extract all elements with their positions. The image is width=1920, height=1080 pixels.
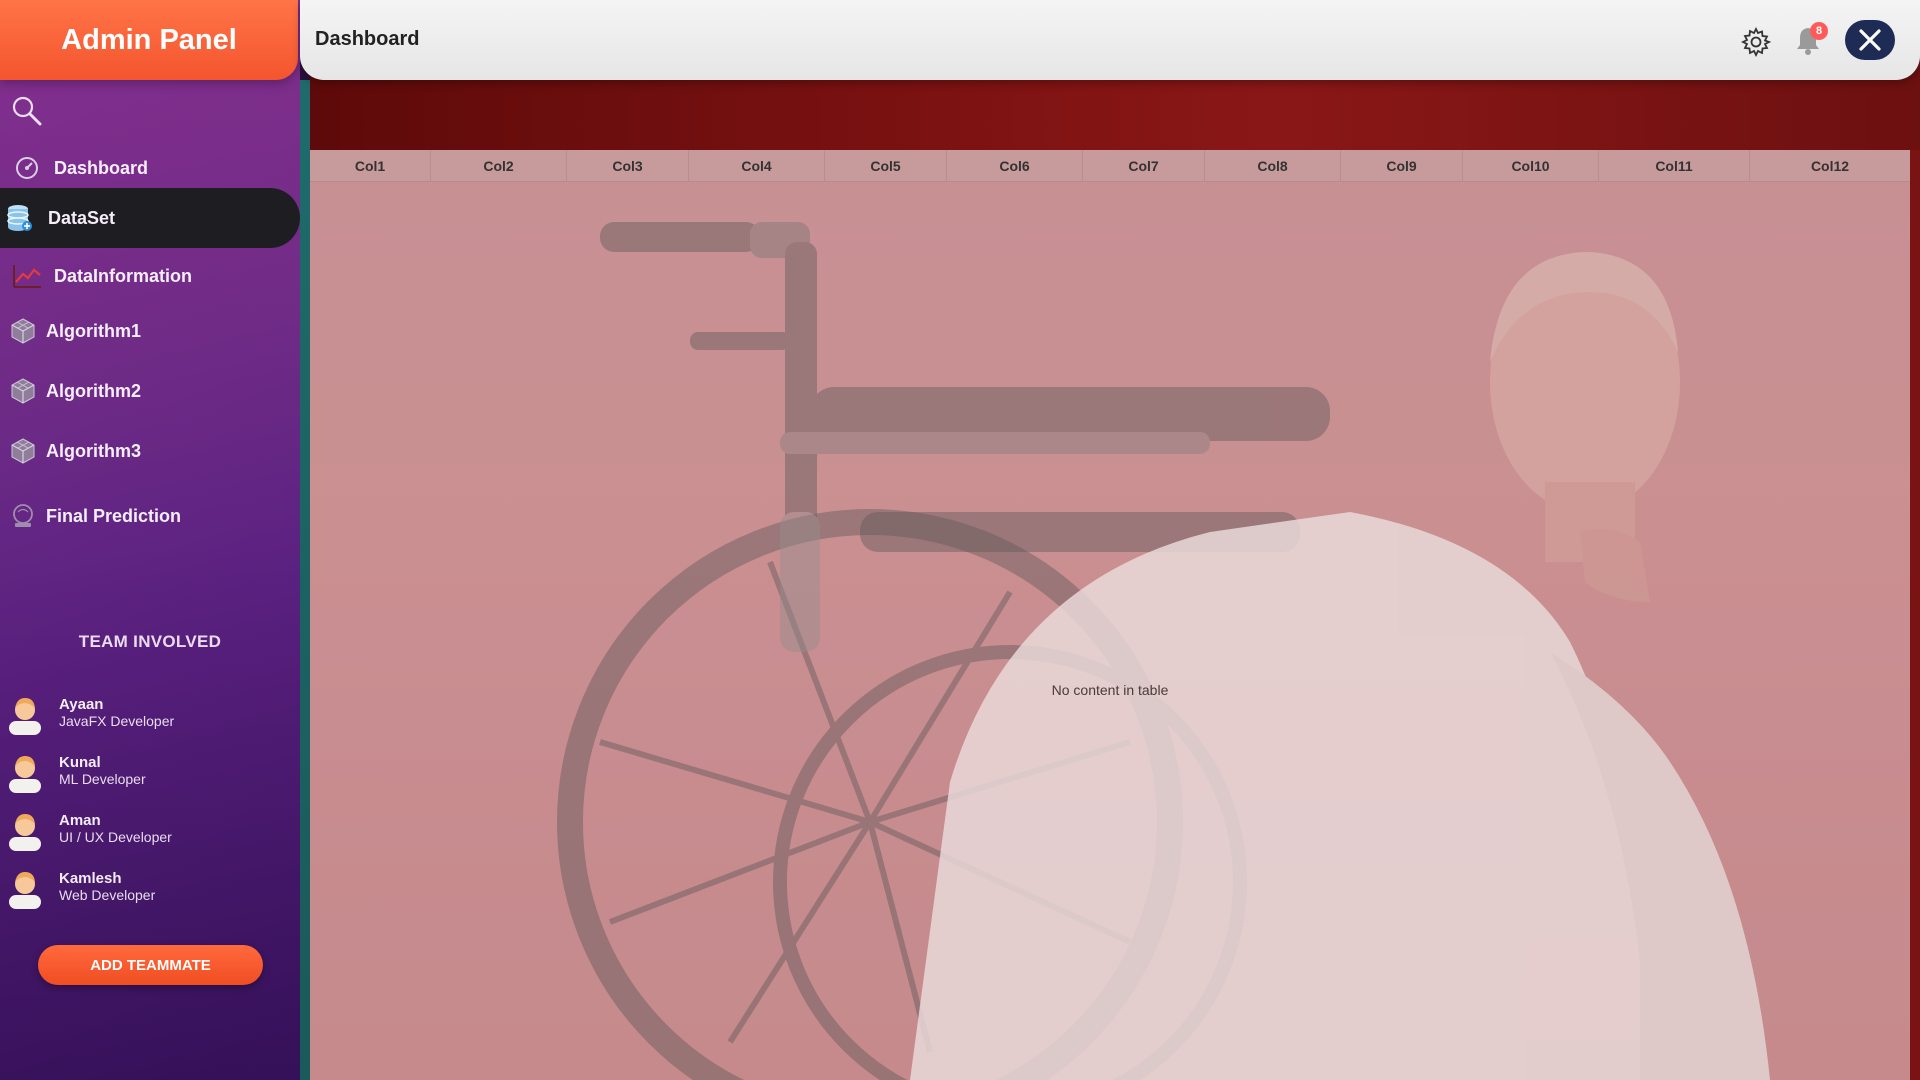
- avatar: [9, 872, 41, 909]
- sidebar-divider: [300, 80, 310, 1080]
- sidebar-item-algorithm2[interactable]: Algorithm2: [0, 363, 300, 419]
- cube-icon: [8, 376, 38, 406]
- sidebar-item-algorithm3[interactable]: Algorithm3: [0, 423, 300, 479]
- column-header[interactable]: Col4: [689, 150, 825, 182]
- column-header[interactable]: Col11: [1599, 150, 1750, 182]
- column-header[interactable]: Col1: [310, 150, 431, 182]
- avatar: [9, 698, 41, 735]
- sidebar-item-label: Final Prediction: [46, 505, 182, 526]
- avatar: [9, 814, 41, 851]
- sidebar-item-label: Algorithm2: [46, 380, 142, 401]
- team-member-role: UI / UX Developer: [59, 829, 172, 845]
- column-header[interactable]: Col12: [1750, 150, 1910, 182]
- close-button[interactable]: [1845, 20, 1895, 60]
- add-teammate-button[interactable]: ADD TEAMMATE: [38, 945, 263, 985]
- sidebar-item-label: Dashboard: [54, 157, 149, 178]
- column-header[interactable]: Col2: [431, 150, 567, 182]
- table-header: Col1 Col2 Col3 Col4 Col5 Col6 Col7 Col8 …: [310, 150, 1910, 182]
- sidebar-item-label: DataInformation: [54, 265, 193, 286]
- sidebar-item-dataset[interactable]: DataSet: [0, 188, 300, 248]
- team-member-name: Ayaan: [59, 696, 104, 713]
- column-header[interactable]: Col8: [1205, 150, 1341, 182]
- column-header[interactable]: Col3: [567, 150, 689, 182]
- team-member: Ayaan JavaFX Developer: [0, 688, 300, 738]
- team-member: Kamlesh Web Developer: [0, 862, 300, 912]
- search-icon[interactable]: [10, 94, 44, 128]
- column-header[interactable]: Col10: [1463, 150, 1599, 182]
- sidebar-item-label: Algorithm1: [46, 320, 142, 341]
- brand-title: Admin Panel: [0, 0, 298, 80]
- close-icon: [1859, 29, 1881, 51]
- sidebar: Admin Panel Dashboard DataSet DataInform…: [0, 0, 300, 1080]
- background-photo: [310, 182, 1910, 1080]
- team-member-name: Aman: [59, 812, 101, 829]
- cube-icon: [8, 436, 38, 466]
- page-title: Dashboard: [315, 28, 420, 50]
- team-member: Kunal ML Developer: [0, 746, 300, 796]
- line-chart-icon: [12, 261, 42, 291]
- column-header[interactable]: Col6: [947, 150, 1083, 182]
- dataset-table[interactable]: Col1 Col2 Col3 Col4 Col5 Col6 Col7 Col8 …: [310, 150, 1910, 1080]
- top-header: Dashboard 8: [300, 0, 1920, 80]
- team-member-role: JavaFX Developer: [59, 713, 175, 729]
- app-window: Admin Panel Dashboard DataSet DataInform…: [0, 0, 1920, 1080]
- cube-icon: [8, 316, 38, 346]
- team-member-name: Kamlesh: [59, 870, 122, 887]
- sidebar-item-final-prediction[interactable]: Final Prediction: [0, 488, 300, 544]
- gauge-icon: [12, 153, 42, 183]
- team-member-name: Kunal: [59, 754, 101, 771]
- main-content: Col1 Col2 Col3 Col4 Col5 Col6 Col7 Col8 …: [310, 60, 1920, 1080]
- team-member-role: ML Developer: [59, 771, 146, 787]
- database-icon: [4, 203, 34, 233]
- sidebar-item-datainformation[interactable]: DataInformation: [0, 248, 300, 304]
- team-member-role: Web Developer: [59, 887, 156, 903]
- column-header[interactable]: Col5: [825, 150, 947, 182]
- crystal-ball-icon: [8, 501, 38, 531]
- column-header[interactable]: Col7: [1083, 150, 1205, 182]
- avatar: [9, 756, 41, 793]
- sidebar-item-label: DataSet: [48, 207, 116, 228]
- table-empty-message: No content in table: [1051, 682, 1169, 698]
- gear-icon[interactable]: [1740, 26, 1772, 58]
- column-header[interactable]: Col9: [1341, 150, 1463, 182]
- team-member: Aman UI / UX Developer: [0, 804, 300, 854]
- notification-badge: 8: [1810, 22, 1828, 40]
- sidebar-item-algorithm1[interactable]: Algorithm1: [0, 303, 300, 359]
- team-section-title: TEAM INVOLVED: [78, 632, 222, 651]
- sidebar-item-label: Algorithm3: [46, 440, 142, 461]
